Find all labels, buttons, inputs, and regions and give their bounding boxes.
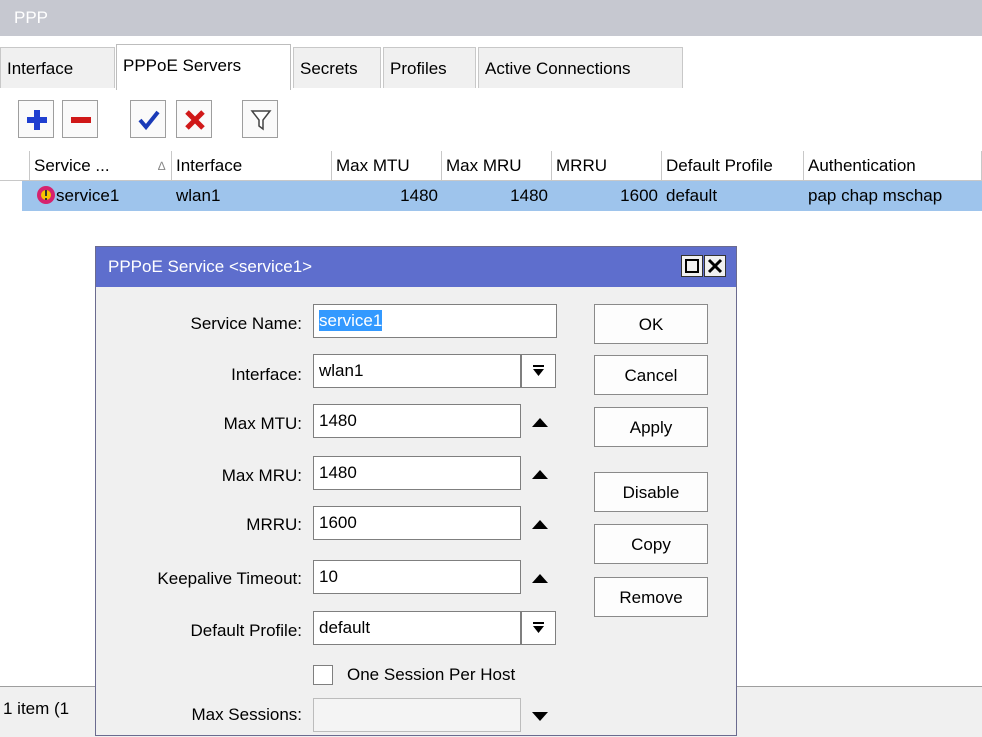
max-mru-spin-icon[interactable] xyxy=(530,467,550,481)
minus-icon xyxy=(71,117,91,123)
label-keepalive-timeout: Keepalive Timeout: xyxy=(157,569,302,588)
window-title: PPP xyxy=(14,8,49,27)
remove-service-button[interactable]: Remove xyxy=(594,577,708,617)
cross-icon xyxy=(185,110,205,130)
interface-field[interactable]: wlan1 xyxy=(313,354,521,388)
cell-max-mru: 1480 xyxy=(510,186,548,205)
sort-asc-icon: ∆ xyxy=(158,159,166,173)
cell-default-profile: default xyxy=(666,186,718,205)
add-button[interactable] xyxy=(18,100,54,138)
tab-profiles[interactable]: Profiles xyxy=(383,47,476,88)
service-name-field[interactable]: service1 xyxy=(313,304,557,338)
tab-interface[interactable]: Interface xyxy=(0,47,115,88)
service-name-value: service1 xyxy=(319,310,383,331)
service-name: service1 xyxy=(56,186,120,205)
disable-button[interactable] xyxy=(176,100,212,138)
col-default-profile[interactable]: Default Profile xyxy=(662,151,804,181)
label-max-mru: Max MRU: xyxy=(221,466,302,485)
label-default-profile: Default Profile: xyxy=(190,621,303,640)
col-mrru[interactable]: MRRU xyxy=(552,151,662,181)
pppoe-service-dialog: PPPoE Service <service1> Service Name: I… xyxy=(95,246,737,736)
max-mtu-field[interactable]: 1480 xyxy=(313,404,521,438)
keepalive-timeout-field[interactable]: 10 xyxy=(313,560,521,594)
label-mrru: MRRU: xyxy=(246,515,302,534)
remove-button[interactable] xyxy=(62,100,98,138)
col-max-mru[interactable]: Max MRU xyxy=(442,151,552,181)
cell-service: service1 xyxy=(36,181,172,211)
dialog-titlebar[interactable]: PPPoE Service <service1> xyxy=(96,247,736,287)
close-icon xyxy=(707,258,723,274)
mrru-field[interactable]: 1600 xyxy=(313,506,521,540)
tab-pppoe-servers[interactable]: PPPoE Servers xyxy=(116,44,291,90)
col-service-label: Service ... xyxy=(34,156,110,175)
label-interface: Interface: xyxy=(231,365,302,384)
default-profile-dropdown-button[interactable] xyxy=(521,611,556,645)
max-mru-field[interactable]: 1480 xyxy=(313,456,521,490)
tab-active-connections[interactable]: Active Connections xyxy=(478,47,683,88)
cell-max-mtu: 1480 xyxy=(400,186,438,205)
maximize-button[interactable] xyxy=(681,255,703,277)
label-max-mtu: Max MTU: xyxy=(223,414,302,433)
cancel-button[interactable]: Cancel xyxy=(594,355,708,395)
check-icon xyxy=(138,110,160,131)
max-sessions-dropdown-icon[interactable] xyxy=(530,709,550,723)
mrru-spin-icon[interactable] xyxy=(530,517,550,531)
dropdown-arrow-icon xyxy=(533,365,544,376)
one-session-checkbox[interactable] xyxy=(313,665,333,685)
max-mtu-spin-icon[interactable] xyxy=(530,415,550,429)
default-profile-field[interactable]: default xyxy=(313,611,521,645)
ok-button[interactable]: OK xyxy=(594,304,708,344)
dropdown-arrow-icon xyxy=(533,622,544,633)
one-session-label: One Session Per Host xyxy=(347,665,516,684)
status-item-count: 1 item (1 xyxy=(3,699,70,718)
col-interface[interactable]: Interface xyxy=(172,151,332,181)
filter-button[interactable] xyxy=(242,100,278,138)
cell-authentication: pap chap mschap xyxy=(808,186,943,205)
label-max-sessions: Max Sessions: xyxy=(191,705,302,724)
cell-interface: wlan1 xyxy=(176,186,221,205)
tab-secrets[interactable]: Secrets xyxy=(293,47,381,88)
service-status-icon xyxy=(37,186,55,204)
disable-service-button[interactable]: Disable xyxy=(594,472,708,512)
max-sessions-field[interactable] xyxy=(313,698,521,732)
maximize-icon xyxy=(685,259,699,273)
filter-icon xyxy=(250,110,272,131)
enable-button[interactable] xyxy=(130,100,166,138)
close-button[interactable] xyxy=(704,255,726,277)
keepalive-spin-icon[interactable] xyxy=(530,571,550,585)
table-header-spacer xyxy=(0,151,30,181)
col-max-mtu[interactable]: Max MTU xyxy=(332,151,442,181)
col-authentication[interactable]: Authentication xyxy=(804,151,982,181)
copy-button[interactable]: Copy xyxy=(594,524,708,564)
interface-dropdown-button[interactable] xyxy=(521,354,556,388)
dialog-title: PPPoE Service <service1> xyxy=(108,257,313,276)
cell-mrru: 1600 xyxy=(620,186,658,205)
apply-button[interactable]: Apply xyxy=(594,407,708,447)
plus-icon xyxy=(27,110,47,130)
label-service-name: Service Name: xyxy=(190,314,302,333)
window-titlebar: PPP xyxy=(0,0,982,36)
toolbar xyxy=(0,96,982,144)
col-service[interactable]: Service ... ∆ xyxy=(30,151,172,181)
